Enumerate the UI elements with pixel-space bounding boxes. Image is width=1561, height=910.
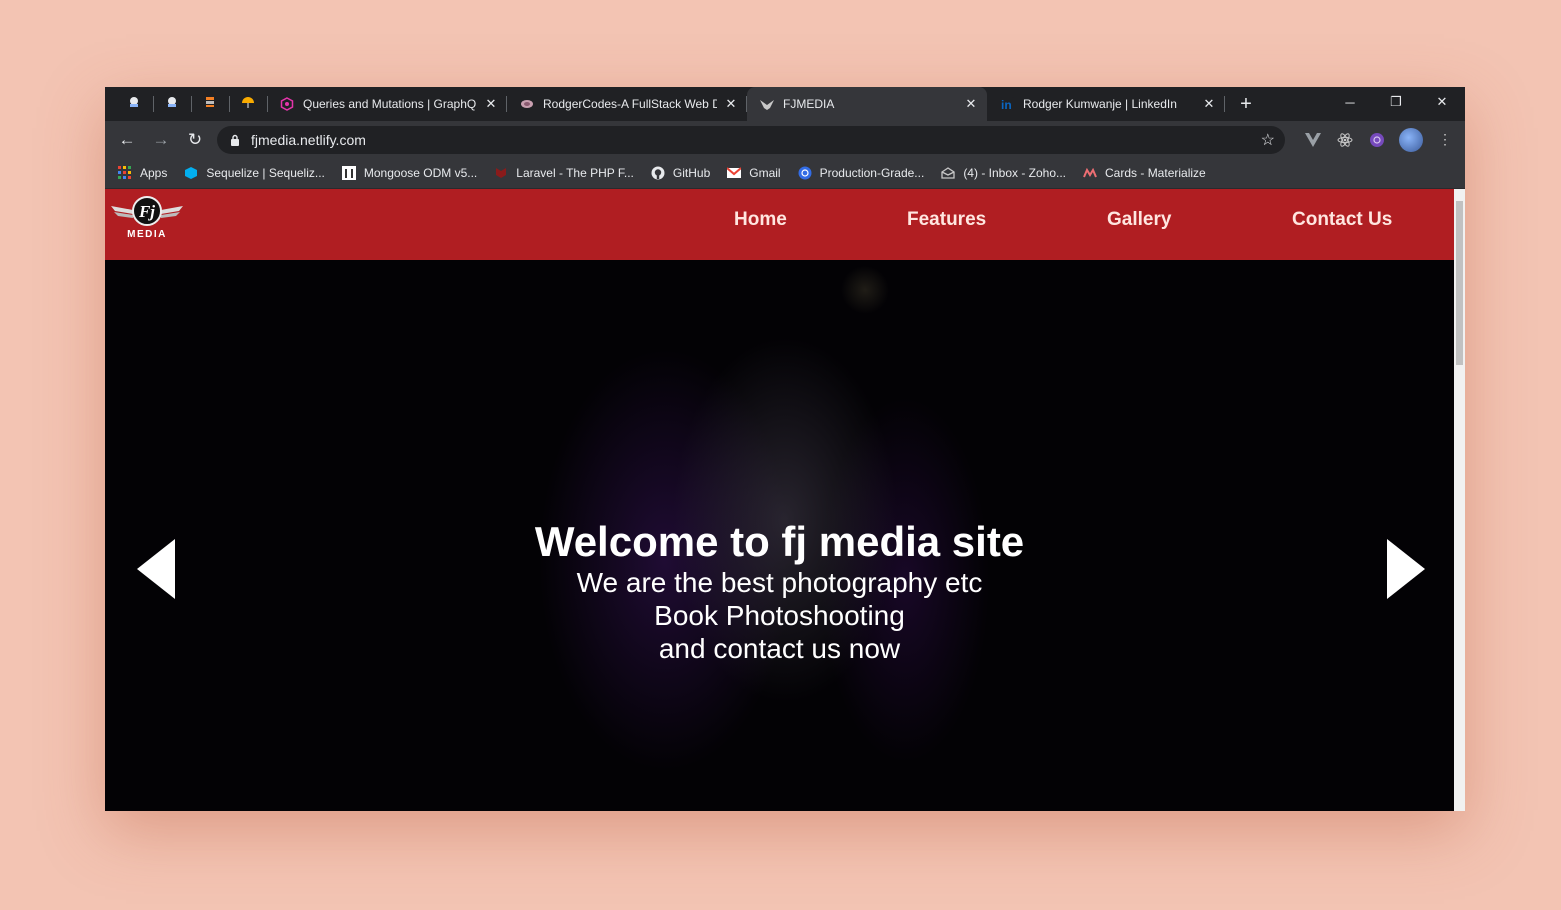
forward-icon[interactable]: → (145, 124, 177, 156)
bookmark-laravel[interactable]: Laravel - The PHP F... (493, 165, 634, 181)
nav-contact-us[interactable]: Contact Us (1292, 209, 1392, 231)
bookmark-materialize[interactable]: Cards - Materialize (1082, 165, 1206, 181)
react-devtools-icon[interactable] (1329, 124, 1361, 156)
bookmark-sequelize[interactable]: Sequelize | Sequeliz... (183, 165, 325, 181)
bookmark-zoho[interactable]: (4) - Inbox - Zoho... (940, 165, 1066, 181)
close-tab-icon[interactable]: ✕ (963, 96, 979, 112)
tab-title: FJMEDIA (783, 97, 835, 111)
new-tab-button[interactable]: + (1231, 87, 1261, 121)
pinned-tab-4[interactable] (229, 87, 268, 121)
kubernetes-icon (797, 165, 813, 181)
laravel-icon (493, 165, 509, 181)
bookmark-mongoose[interactable]: Mongoose ODM v5... (341, 165, 477, 181)
browser-window: Queries and Mutations | GraphQ ✕ RodgerC… (105, 87, 1465, 811)
tab-title: RodgerCodes-A FullStack Web D (543, 97, 717, 111)
bookmark-kubernetes[interactable]: Production-Grade... (797, 165, 925, 181)
restore-icon[interactable]: ❐ (1373, 87, 1419, 117)
menu-kebab-icon[interactable]: ⋮ (1429, 124, 1461, 156)
github-icon (650, 165, 666, 181)
tab-strip: Queries and Mutations | GraphQ ✕ RodgerC… (105, 87, 1465, 121)
close-window-icon[interactable]: ✕ (1419, 87, 1465, 117)
mongoose-icon (341, 165, 357, 181)
linkedin-icon: in (999, 96, 1015, 112)
lock-icon (227, 132, 243, 148)
materialize-icon (1082, 165, 1098, 181)
logo-text: MEDIA (127, 229, 167, 240)
hero-line-3: and contact us now (658, 633, 901, 664)
hero-line-2: Book Photoshooting (654, 600, 905, 631)
site-navbar: Fj MEDIA Home Features Gallery Contact U… (105, 189, 1454, 260)
tab-fjmedia[interactable]: FJMEDIA ✕ (747, 87, 987, 121)
bookmark-label: Production-Grade... (819, 166, 925, 180)
bookmark-label: Mongoose ODM v5... (363, 166, 478, 180)
reload-icon[interactable]: ↻ (179, 124, 211, 156)
redux-devtools-icon[interactable] (1361, 124, 1393, 156)
bookmark-star-icon[interactable]: ☆ (1261, 130, 1275, 150)
address-bar[interactable]: fjmedia.netlify.com ☆ (217, 125, 1285, 154)
hero-carousel: Welcome to fj media site We are the best… (105, 260, 1454, 811)
site-icon (519, 96, 535, 112)
nav-gallery[interactable]: Gallery (1107, 209, 1171, 231)
pinned-tab-2[interactable] (153, 87, 192, 121)
logo-monogram: Fj (138, 202, 155, 221)
pinned-tab-3[interactable] (191, 87, 230, 121)
back-icon[interactable]: ← (111, 124, 143, 156)
tab-title: Rodger Kumwanje | LinkedIn (1023, 97, 1177, 111)
bookmark-label: Cards - Materialize (1105, 166, 1206, 180)
pinned-app-icon (165, 95, 179, 114)
close-tab-icon[interactable]: ✕ (723, 96, 739, 112)
extensions-area: ⋮ (1297, 124, 1461, 156)
bookmarks-bar: Apps Sequelize | Sequeliz... Mongoose OD… (105, 158, 1465, 189)
pinned-app-icon (127, 95, 141, 114)
tab-graphql[interactable]: Queries and Mutations | GraphQ ✕ (267, 87, 507, 121)
minimize-icon[interactable]: ─ (1327, 87, 1373, 117)
gmail-icon (726, 165, 742, 181)
bookmark-label: Apps (140, 166, 168, 180)
window-controls: ─ ❐ ✕ (1327, 87, 1465, 117)
graphql-icon (279, 96, 295, 112)
bookmark-github[interactable]: GitHub (650, 165, 710, 181)
fj-media-logo[interactable]: Fj MEDIA (109, 194, 185, 240)
nav-home[interactable]: Home (734, 209, 787, 231)
bookmark-label: Laravel - The PHP F... (516, 166, 634, 180)
umbrella-icon (241, 95, 255, 114)
pinned-tab-1[interactable] (115, 87, 154, 121)
bookmark-label: (4) - Inbox - Zoho... (963, 166, 1067, 180)
url-text: fjmedia.netlify.com (251, 131, 366, 148)
profile-avatar[interactable] (1399, 127, 1423, 152)
bookmark-apps[interactable]: Apps (117, 165, 167, 181)
nav-features[interactable]: Features (907, 209, 986, 231)
fj-logo-icon (759, 96, 775, 112)
apps-grid-icon (117, 165, 133, 181)
hero-line-1: We are the best photography etc (576, 567, 983, 598)
bookmark-label: Gmail (749, 166, 781, 180)
bookmark-gmail[interactable]: Gmail (726, 165, 781, 181)
tab-title: Queries and Mutations | GraphQ (303, 97, 477, 111)
zoho-mail-icon (940, 165, 956, 181)
bookmark-label: Sequelize | Sequeliz... (206, 166, 325, 180)
close-tab-icon[interactable]: ✕ (1201, 96, 1217, 112)
close-tab-icon[interactable]: ✕ (483, 96, 499, 112)
tab-rodgercodes[interactable]: RodgerCodes-A FullStack Web D ✕ (507, 87, 747, 121)
svg-text:in: in (1001, 98, 1012, 111)
hero-title: Welcome to fj media site (534, 518, 1025, 565)
page-viewport: Fj MEDIA Home Features Gallery Contact U… (105, 189, 1465, 811)
vue-devtools-icon[interactable] (1297, 124, 1329, 156)
browser-toolbar: ← → ↻ fjmedia.netlify.com ☆ ⋮ (105, 121, 1465, 158)
bookmark-label: GitHub (672, 166, 711, 180)
page-scrollbar[interactable] (1454, 189, 1465, 811)
sequelize-icon (183, 165, 199, 181)
stack-icon (203, 95, 217, 114)
tab-linkedin[interactable]: in Rodger Kumwanje | LinkedIn ✕ (987, 87, 1225, 121)
scrollbar-thumb[interactable] (1456, 201, 1463, 365)
